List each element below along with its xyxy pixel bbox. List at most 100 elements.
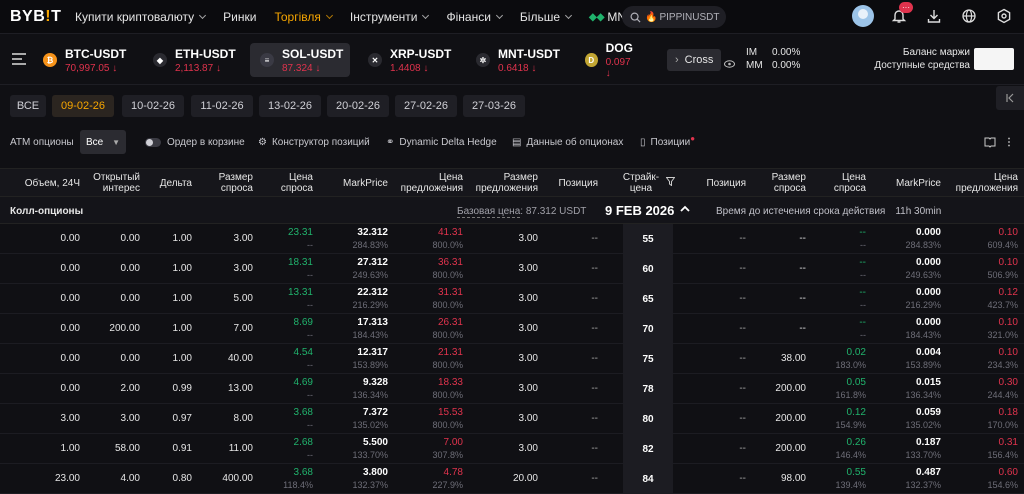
bybit-logo[interactable]: BYB!T xyxy=(10,8,61,26)
options-data-button[interactable]: ▤ Данные об опционах xyxy=(512,130,623,154)
col-position[interactable]: Позиция xyxy=(558,178,598,189)
book-icon[interactable] xyxy=(984,130,996,154)
table-row[interactable]: 0.00 0.00 1.00 40.00 4.54 -- 12.317 153.89% 21.3… xyxy=(0,344,1024,374)
cell-put-mark[interactable]: 0.059 135.02% xyxy=(905,407,941,431)
cell-put-ask[interactable]: 0.10 506.9% xyxy=(987,257,1018,281)
cell-delta[interactable]: 0.91 xyxy=(173,443,192,454)
cell-position[interactable]: -- xyxy=(591,353,598,364)
cell-delta[interactable]: 1.00 xyxy=(173,263,192,274)
cell-bid[interactable]: 13.31 -- xyxy=(288,287,313,311)
ticker-eth-usdt[interactable]: ◆ ETH-USDT 2,113.87 ↓ xyxy=(143,43,243,77)
cell-bid-size[interactable]: 400.00 xyxy=(222,473,253,484)
cell-mark[interactable]: 7.372 135.02% xyxy=(352,407,388,431)
cell-bid[interactable]: 4.69 -- xyxy=(294,377,313,401)
cell-put-mark[interactable]: 0.187 133.70% xyxy=(905,437,941,461)
date-tab-11-02-26[interactable]: 11-02-26 xyxy=(191,95,253,117)
position-builder-button[interactable]: ⚙ Конструктор позиций xyxy=(258,130,370,154)
col-put-bid-size[interactable]: Размер спроса xyxy=(772,172,806,194)
search-input[interactable]: 🔥 PIPPINUSDT xyxy=(622,6,726,28)
filter-icon[interactable] xyxy=(665,177,676,189)
cell-put-position[interactable]: -- xyxy=(739,293,746,304)
cell-put-bid-size[interactable]: -- xyxy=(799,323,806,334)
cell-put-bid[interactable]: 0.55 139.4% xyxy=(835,467,866,491)
menu-markets[interactable]: Ринки xyxy=(223,10,256,24)
date-tab-27-02-26[interactable]: 27-02-26 xyxy=(395,95,457,117)
cell-bid[interactable]: 23.31 -- xyxy=(288,227,313,251)
cell-ask[interactable]: 21.31 800.0% xyxy=(432,347,463,371)
cell-delta[interactable]: 1.00 xyxy=(173,293,192,304)
cell-put-bid[interactable]: 0.05 161.8% xyxy=(835,377,866,401)
cell-bid[interactable]: 3.68 118.4% xyxy=(283,467,313,491)
download-icon[interactable] xyxy=(923,5,945,27)
cell-put-bid-size[interactable]: 200.00 xyxy=(775,383,806,394)
cell-bid-size[interactable]: 11.00 xyxy=(229,443,253,454)
cell-ask-size[interactable]: 3.00 xyxy=(519,263,538,274)
cell-open-interest[interactable]: 2.00 xyxy=(121,383,140,394)
cell-put-position[interactable]: -- xyxy=(739,263,746,274)
date-tab-ВСЕ[interactable]: ВСЕ xyxy=(10,95,46,117)
date-tab-27-03-26[interactable]: 27-03-26 xyxy=(463,95,525,117)
ticker-dog[interactable]: D DOG 0.097 ↓ xyxy=(575,41,635,79)
cell-put-mark[interactable]: 0.015 136.34% xyxy=(905,377,941,401)
table-row[interactable]: 0.00 200.00 1.00 7.00 8.69 -- 17.313 184.43% 26.… xyxy=(0,314,1024,344)
table-row[interactable]: 0.00 2.00 0.99 13.00 4.69 -- 9.328 136.34% 18.33… xyxy=(0,374,1024,404)
cell-ask-size[interactable]: 3.00 xyxy=(519,323,538,334)
cell-bid-size[interactable]: 3.00 xyxy=(234,263,253,274)
cell-put-bid[interactable]: -- -- xyxy=(859,287,866,311)
gear-icon[interactable] xyxy=(993,5,1015,27)
cell-ask-size[interactable]: 3.00 xyxy=(519,443,538,454)
atm-select[interactable]: Все ▼ xyxy=(80,130,126,154)
cell-open-interest[interactable]: 3.00 xyxy=(121,413,140,424)
cell-put-bid-size[interactable]: 200.00 xyxy=(775,413,806,424)
col-put-mark[interactable]: MarkPrice xyxy=(896,178,941,189)
cell-position[interactable]: -- xyxy=(591,443,598,454)
cell-ask[interactable]: 26.31 800.0% xyxy=(432,317,463,341)
date-tab-10-02-26[interactable]: 10-02-26 xyxy=(122,95,184,117)
cell-put-position[interactable]: -- xyxy=(739,353,746,364)
cell-ask[interactable]: 7.00 307.8% xyxy=(432,437,463,461)
cell-ask[interactable]: 15.53 800.0% xyxy=(432,407,463,431)
cell-mark[interactable]: 3.800 132.37% xyxy=(352,467,388,491)
cell-put-position[interactable]: -- xyxy=(739,443,746,454)
cell-put-ask[interactable]: 0.12 423.7% xyxy=(987,287,1018,311)
cell-open-interest[interactable]: 4.00 xyxy=(121,473,140,484)
cell-bid-size[interactable]: 7.00 xyxy=(234,323,253,334)
cell-put-mark[interactable]: 0.004 153.89% xyxy=(905,347,941,371)
cell-put-bid[interactable]: -- -- xyxy=(859,257,866,281)
col-open-interest[interactable]: Открытый интерес xyxy=(93,172,140,194)
cell-ask-size[interactable]: 20.00 xyxy=(513,473,538,484)
table-row[interactable]: 0.00 0.00 1.00 5.00 13.31 -- 22.312 216.29% 31.3… xyxy=(0,284,1024,314)
cell-volume[interactable]: 0.00 xyxy=(61,323,80,334)
table-row[interactable]: 23.00 4.00 0.80 400.00 3.68 118.4% 3.800 132.37… xyxy=(0,464,1024,494)
cell-ask-size[interactable]: 3.00 xyxy=(519,383,538,394)
cell-ask-size[interactable]: 3.00 xyxy=(519,353,538,364)
cell-bid[interactable]: 18.31 -- xyxy=(288,257,313,281)
cell-put-position[interactable]: -- xyxy=(739,473,746,484)
date-tab-09-02-26[interactable]: 09-02-26 xyxy=(52,95,114,117)
col-ask[interactable]: Цена предложения xyxy=(401,172,463,194)
cell-position[interactable]: -- xyxy=(591,323,598,334)
ticker-btc-usdt[interactable]: ₿ BTC-USDT 70,997.05 ↓ xyxy=(33,43,133,77)
table-row[interactable]: 0.00 0.00 1.00 3.00 23.31 -- 32.312 284.83% 41.3… xyxy=(0,224,1024,254)
cell-ask-size[interactable]: 3.00 xyxy=(519,233,538,244)
cell-put-mark[interactable]: 0.000 216.29% xyxy=(905,287,941,311)
cell-put-bid[interactable]: 0.26 146.4% xyxy=(835,437,866,461)
menu-buy-crypto[interactable]: Купити криптовалюту xyxy=(75,10,207,24)
cell-mark[interactable]: 9.328 136.34% xyxy=(352,377,388,401)
cell-delta[interactable]: 0.80 xyxy=(173,473,192,484)
table-row[interactable]: 1.00 58.00 0.91 11.00 2.68 -- 5.500 133.70% 7.00… xyxy=(0,434,1024,464)
cell-bid[interactable]: 3.68 -- xyxy=(294,407,313,431)
cell-position[interactable]: -- xyxy=(591,383,598,394)
col-bid[interactable]: Цена спроса xyxy=(281,172,313,194)
avatar[interactable] xyxy=(852,5,874,27)
col-put-position[interactable]: Позиция xyxy=(706,178,746,189)
ticker-mnt-usdt[interactable]: ✲ MNT-USDT 0.6418 ↓ xyxy=(466,43,566,77)
cell-volume[interactable]: 1.00 xyxy=(61,443,80,454)
cell-mark[interactable]: 22.312 216.29% xyxy=(352,287,388,311)
col-put-bid[interactable]: Цена спроса xyxy=(834,172,866,194)
cell-position[interactable]: -- xyxy=(591,473,598,484)
cell-put-ask[interactable]: 0.10 321.0% xyxy=(987,317,1018,341)
col-delta[interactable]: Дельта xyxy=(160,178,192,189)
cell-put-ask[interactable]: 0.30 244.4% xyxy=(987,377,1018,401)
cell-mark[interactable]: 5.500 133.70% xyxy=(352,437,388,461)
